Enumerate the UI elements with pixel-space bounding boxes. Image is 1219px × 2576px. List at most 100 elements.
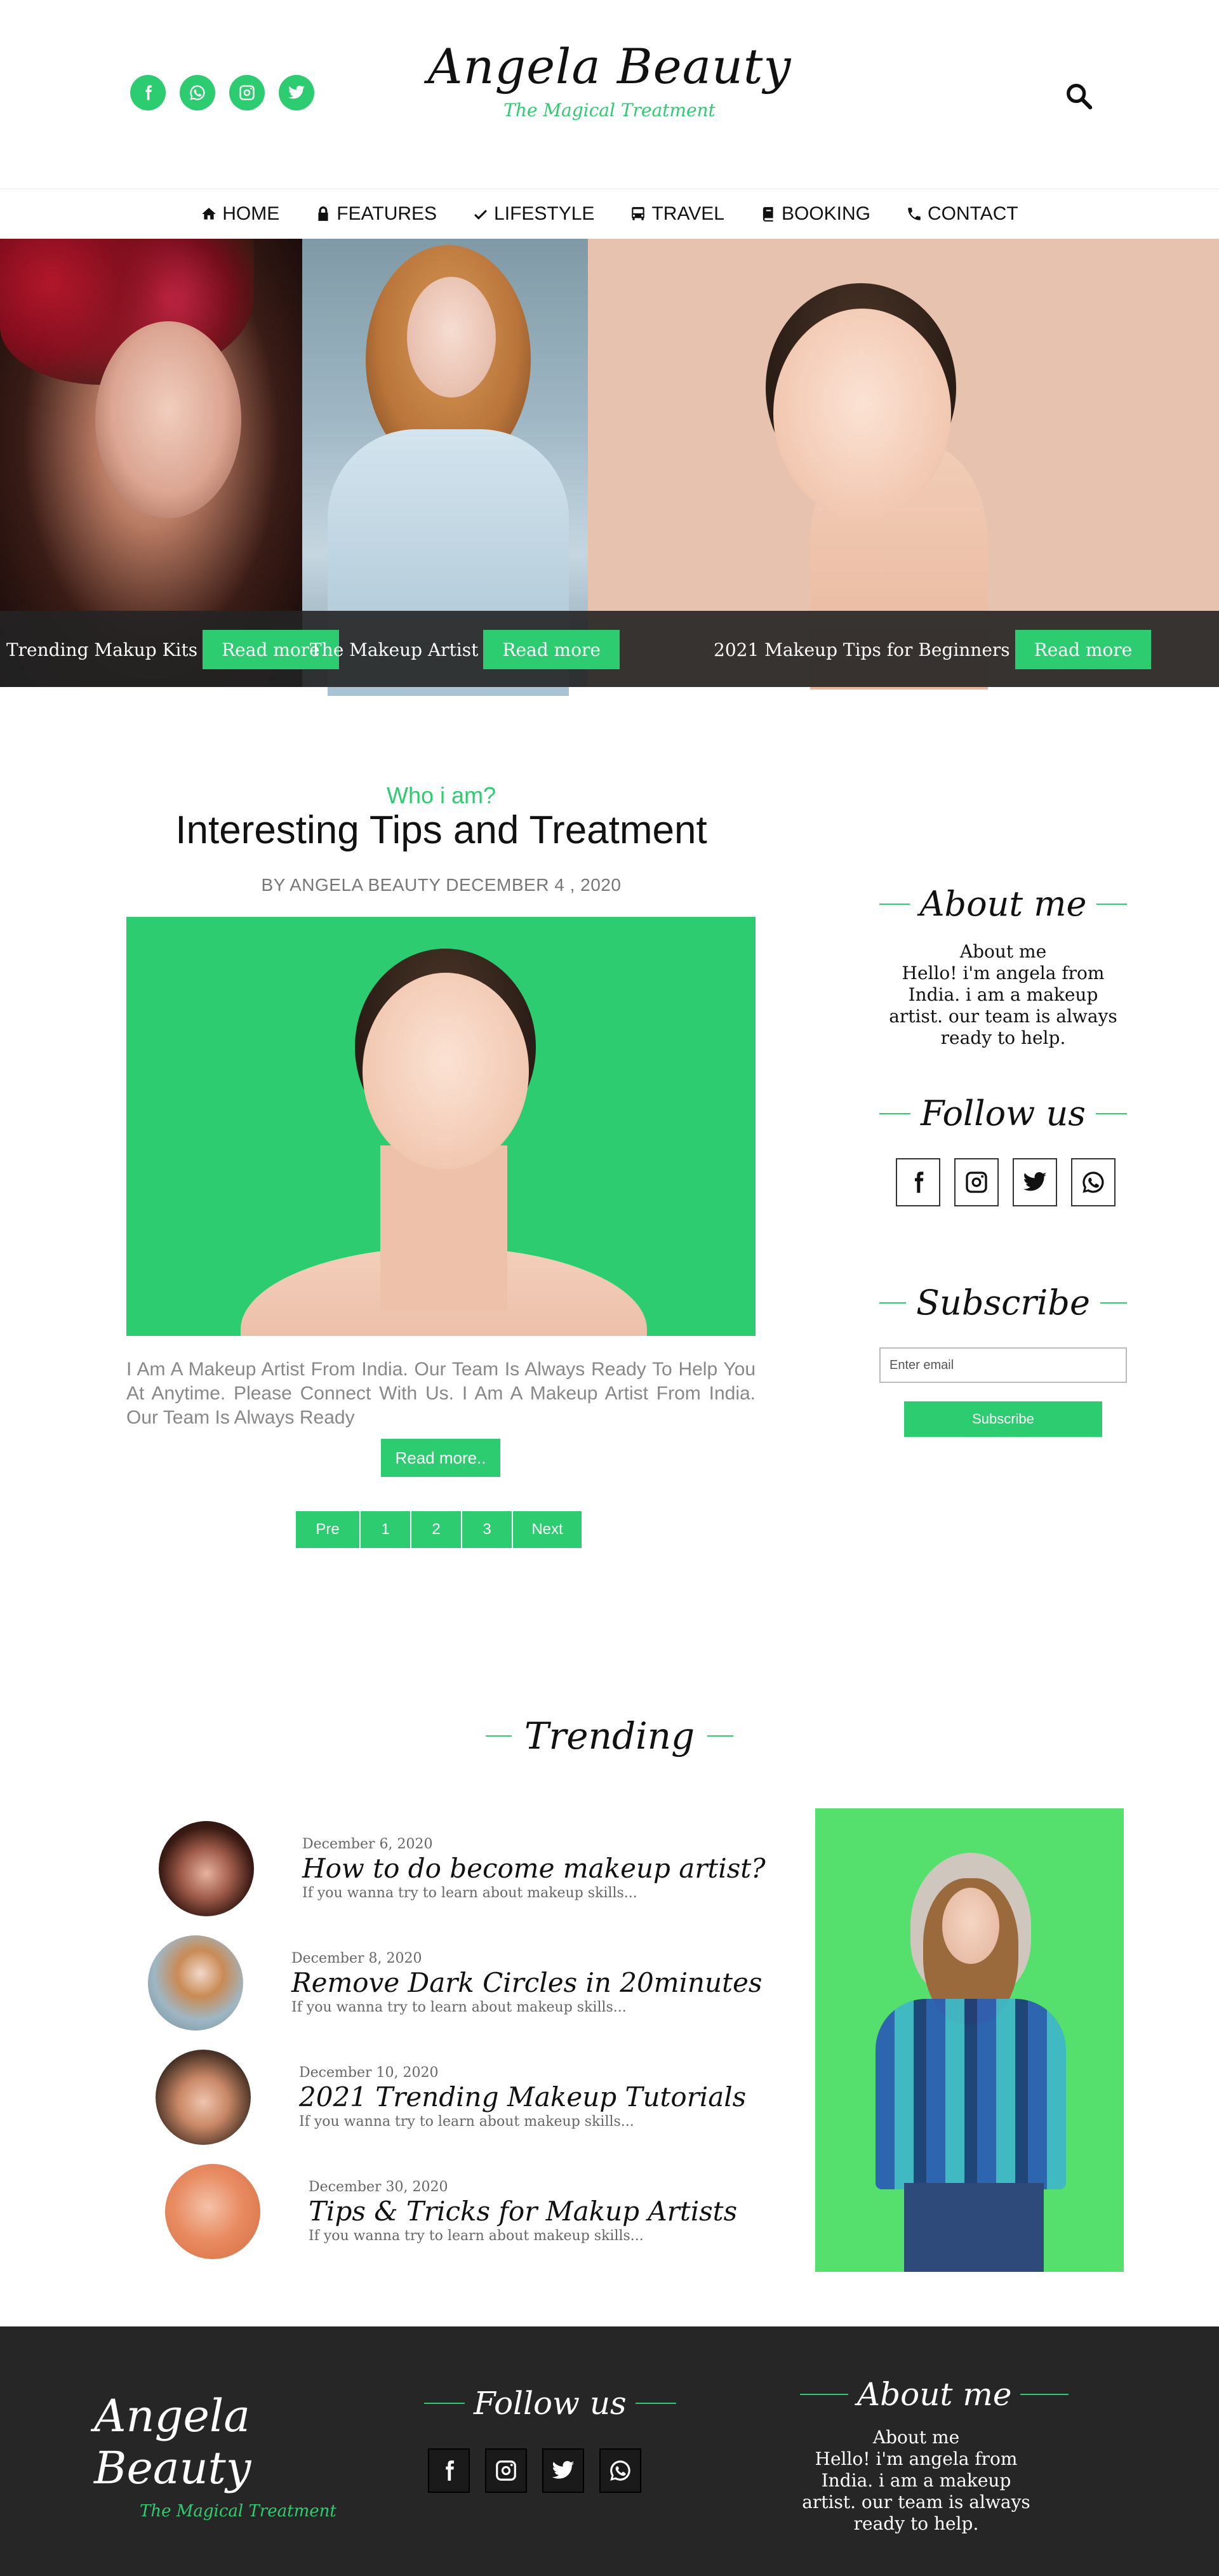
lock-icon [318, 206, 328, 221]
hero-caption-text: 2021 Makeup Tips for Beginners [714, 639, 1010, 660]
model-face [773, 309, 951, 518]
check-icon [474, 210, 488, 220]
book-icon [763, 207, 773, 222]
trending-desc: If you wanna try to learn about makeup s… [291, 1999, 627, 2015]
footer-brand[interactable]: Angela Beauty The Magical Treatment [94, 2390, 348, 2521]
sidebar-about-title: About me [919, 884, 1087, 924]
instagram-icon[interactable] [954, 1158, 999, 1206]
nav-item-home[interactable]: HOME [201, 203, 279, 225]
sidebar-about-heading: About me [879, 884, 1128, 924]
sidebar-subscribe-heading: Subscribe [879, 1283, 1127, 1323]
pagination-next-button[interactable]: Next [513, 1511, 582, 1548]
divider [635, 2403, 676, 2404]
instagram-icon[interactable] [485, 2448, 527, 2493]
trending-text: December 6, 2020 How to do become makeup… [302, 1836, 766, 1901]
nav-item-contact[interactable]: CONTACT [906, 203, 1018, 225]
nav-item-features[interactable]: FEATURES [315, 203, 437, 225]
trending-item[interactable]: December 30, 2020 Tips & Tricks for Maku… [165, 2164, 737, 2259]
model-neck [380, 1145, 507, 1311]
search-icon[interactable] [1064, 81, 1093, 110]
hero-caption-text: Trending Makup Kits [6, 639, 198, 660]
divider [486, 1735, 512, 1737]
divider [1095, 1112, 1127, 1114]
footer-about-text: Hello! i'm angela from India. i am a mak… [802, 2448, 1030, 2534]
post-read-more-button[interactable]: Read more.. [381, 1439, 500, 1477]
pagination-page-3[interactable]: 3 [462, 1511, 512, 1548]
post-excerpt: I Am A Makeup Artist From India. Our Tea… [126, 1359, 756, 1428]
nav-label: BOOKING [781, 203, 870, 224]
divider [879, 1302, 907, 1304]
footer-about-subtitle: About me [872, 2427, 960, 2448]
trending-text: December 10, 2020 2021 Trending Makeup T… [299, 2065, 746, 2130]
trending-text: December 8, 2020 Remove Dark Circles in … [291, 1951, 762, 2015]
post-kicker: Who i am? [386, 782, 496, 808]
trending-text: December 30, 2020 Tips & Tricks for Maku… [309, 2179, 737, 2244]
sidebar-about-text: Hello! i'm angela from India. i am a mak… [889, 963, 1117, 1048]
facebook-icon[interactable] [428, 2448, 470, 2493]
nav-item-travel[interactable]: TRAVEL [630, 203, 724, 225]
trending-title-link[interactable]: 2021 Trending Makeup Tutorials [299, 2081, 746, 2114]
trending-title-link[interactable]: Tips & Tricks for Makup Artists [309, 2195, 737, 2228]
post-title[interactable]: Interesting Tips and Treatment [0, 808, 883, 853]
sidebar-about-subtitle: About me [959, 941, 1047, 962]
nav-item-booking[interactable]: BOOKING [760, 203, 870, 225]
whatsapp-icon[interactable] [1071, 1158, 1116, 1206]
trending-date: December 6, 2020 [302, 1836, 433, 1852]
twitter-icon[interactable] [1013, 1158, 1057, 1206]
trending-title-link[interactable]: Remove Dark Circles in 20minutes [291, 1966, 762, 1999]
trending-heading: Trending [486, 1714, 733, 1758]
divider [707, 1735, 733, 1737]
trending-desc: If you wanna try to learn about makeup s… [309, 2228, 644, 2244]
trending-thumbnail [159, 1821, 254, 1916]
hero-caption-1: Trending Makup Kits Read more [6, 630, 339, 669]
divider [879, 903, 910, 905]
footer-about-title: About me [857, 2376, 1012, 2413]
sidebar-follow-heading: Follow us [879, 1093, 1127, 1133]
jeans [904, 2183, 1044, 2272]
trending-thumbnail [148, 1935, 243, 2031]
site-footer: Angela Beauty The Magical Treatment Foll… [0, 2326, 1219, 2576]
divider [879, 1112, 911, 1114]
footer-follow-title: Follow us [474, 2385, 627, 2422]
footer-about-heading: About me [800, 2376, 1069, 2413]
divider [1020, 2394, 1069, 2395]
divider [1100, 1302, 1127, 1304]
main-nav: HOME FEATURES LIFESTYLE TRAVEL BOOKING C… [0, 189, 1219, 239]
hero-caption-2: The Makeup Artist Read more [310, 630, 620, 669]
trending-title-link[interactable]: How to do become makeup artist? [302, 1852, 766, 1885]
divider [1096, 903, 1128, 905]
trending-item[interactable]: December 6, 2020 How to do become makeup… [159, 1821, 766, 1916]
pagination-page-1[interactable]: 1 [361, 1511, 410, 1548]
nav-label: HOME [222, 203, 280, 224]
whatsapp-icon[interactable] [599, 2448, 641, 2493]
subscribe-button[interactable]: Subscribe [904, 1401, 1102, 1437]
footer-about-body: About me Hello! i'm angela from India. i… [792, 2427, 1040, 2535]
bus-icon [632, 207, 645, 220]
email-field[interactable] [879, 1347, 1127, 1383]
trending-date: December 8, 2020 [291, 1951, 422, 1966]
divider [800, 2394, 848, 2395]
hero-read-more-button[interactable]: Read more [1015, 630, 1152, 669]
pagination-page-2[interactable]: 2 [411, 1511, 461, 1548]
nav-label: TRAVEL [651, 203, 724, 224]
trending-desc: If you wanna try to learn about makeup s… [299, 2114, 634, 2130]
model-face [95, 321, 241, 518]
footer-brand-title[interactable]: Angela Beauty [94, 2390, 348, 2494]
trending-item[interactable]: December 8, 2020 Remove Dark Circles in … [148, 1935, 762, 2031]
nav-label: FEATURES [336, 203, 437, 224]
brand-title[interactable]: Angela Beauty [0, 38, 1219, 95]
twitter-icon[interactable] [542, 2448, 584, 2493]
trending-item[interactable]: December 10, 2020 2021 Trending Makeup T… [156, 2050, 746, 2145]
brand[interactable]: Angela Beauty The Magical Treatment [0, 38, 1219, 121]
facebook-icon[interactable] [896, 1158, 940, 1206]
pagination-prev-button[interactable]: Pre [296, 1511, 359, 1548]
trending-side-image [815, 1808, 1124, 2272]
trending-date: December 10, 2020 [299, 2065, 439, 2081]
post-byline: BY ANGELA BEAUTY DECEMBER 4 , 2020 [261, 875, 622, 895]
nav-item-lifestyle[interactable]: LIFESTYLE [472, 203, 594, 225]
sidebar-subscribe-title: Subscribe [916, 1283, 1090, 1323]
trending-thumbnail [165, 2164, 260, 2259]
nav-label: CONTACT [927, 203, 1018, 224]
sidebar-follow-title: Follow us [921, 1093, 1086, 1133]
hero-read-more-button[interactable]: Read more [483, 630, 620, 669]
